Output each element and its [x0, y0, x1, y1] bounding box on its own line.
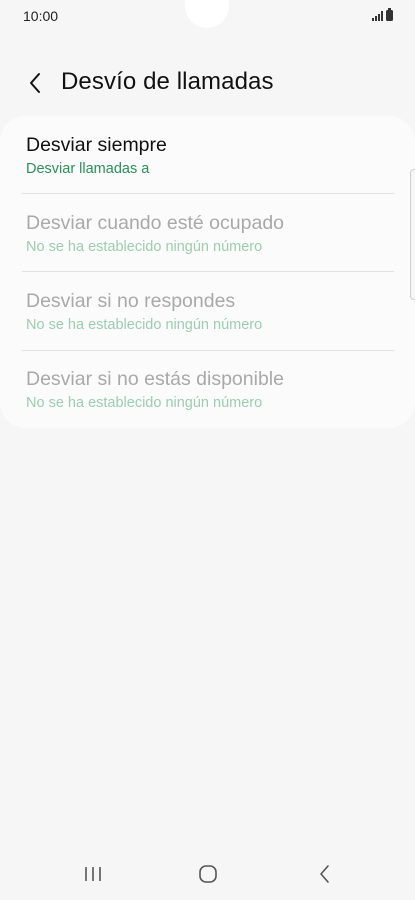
screen: 10:00 Desvío de llamadas Desviar siempre… [0, 0, 415, 900]
nav-back-button[interactable] [305, 860, 345, 888]
status-bar: 10:00 [0, 0, 415, 32]
option-title: Desviar siempre [26, 134, 167, 156]
option-title: Desviar cuando esté ocupado [26, 212, 285, 234]
forwarding-options-card: Desviar siempre Desviar llamadas a Desvi… [0, 116, 415, 428]
status-time: 10:00 [23, 8, 59, 24]
option-forward-when-busy[interactable]: Desviar cuando esté ocupado No se ha est… [0, 194, 415, 272]
header: Desvío de llamadas [0, 56, 415, 106]
recent-apps-button[interactable] [73, 860, 113, 888]
option-forward-unreachable[interactable]: Desviar si no estás disponible No se ha … [0, 350, 415, 428]
status-icons [372, 8, 393, 21]
option-title: Desviar si no respondes [26, 290, 236, 312]
option-subtitle: No se ha establecido ningún número [26, 317, 263, 333]
navigation-bar [0, 848, 415, 900]
back-icon [320, 865, 329, 883]
signal-icon [372, 11, 383, 21]
scrollbar[interactable] [410, 169, 415, 300]
recent-apps-icon [85, 867, 101, 881]
option-subtitle: Desviar llamadas a [26, 161, 150, 177]
back-button[interactable] [20, 68, 50, 98]
home-icon [199, 865, 217, 883]
home-button[interactable] [188, 860, 228, 888]
battery-icon [386, 8, 393, 21]
option-subtitle: No se ha establecido ningún número [26, 239, 263, 255]
chevron-left-icon [30, 73, 40, 93]
option-subtitle: No se ha establecido ningún número [26, 395, 263, 411]
option-title: Desviar si no estás disponible [26, 368, 284, 390]
option-always-forward[interactable]: Desviar siempre Desviar llamadas a [0, 116, 415, 194]
page-title: Desvío de llamadas [61, 68, 274, 95]
camera-notch [185, 0, 229, 28]
option-forward-no-answer[interactable]: Desviar si no respondes No se ha estable… [0, 272, 415, 350]
